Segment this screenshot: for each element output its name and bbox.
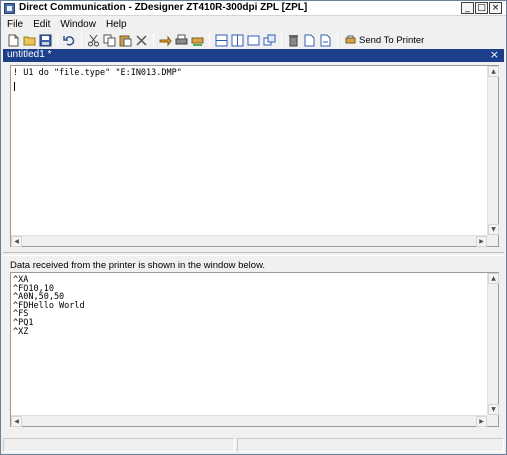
printer-arrow-icon[interactable] [174,33,189,48]
document-arrow-icon[interactable] [318,33,333,48]
output-line: ^FDHello World [13,300,85,311]
output-horizontal-scrollbar[interactable]: ◀ ▶ [11,415,487,427]
vertical-split-icon[interactable] [230,33,245,48]
scroll-right-icon[interactable]: ▶ [476,236,487,247]
output-line: ^FS [13,309,29,320]
app-window: Direct Communication - ZDesigner ZT410R-… [0,0,507,455]
toolbar-separator [209,33,210,47]
scroll-corner [487,235,498,246]
output-pane[interactable]: ^XA ^FO10,10 ^A0N,50,50 ^FDHello World ^FS ^P… [10,272,499,427]
toolbar-separator [337,33,338,47]
undo-icon[interactable] [62,33,77,48]
scroll-down-icon[interactable]: ▼ [488,404,499,415]
scroll-left-icon[interactable]: ◀ [11,416,22,427]
new-file-icon[interactable] [6,33,21,48]
close-button[interactable]: × [489,2,502,14]
save-icon[interactable] [38,33,53,48]
menu-file[interactable]: File [7,19,23,30]
send-to-printer-label: Send To Printer [359,34,425,46]
editor-text[interactable]: ! U1 do "file.type" "E:IN013.DMP" [13,69,486,78]
editor-horizontal-scrollbar[interactable]: ◀ ▶ [11,235,487,247]
trash-icon[interactable] [286,33,301,48]
toolbar-separator [153,33,154,47]
send-file-icon[interactable] [158,33,173,48]
scroll-up-icon[interactable]: ▲ [488,66,499,77]
document-tab[interactable]: untitled1 * × [3,48,504,62]
document-tab-title: untitled1 * [7,49,52,60]
editor-pane[interactable]: ! U1 do "file.type" "E:IN013.DMP" ▲ ▼ ◀ … [10,65,499,247]
pane-splitter[interactable] [3,252,504,256]
menu-bar: File Edit Window Help [1,17,506,31]
single-pane-icon[interactable] [246,33,261,48]
status-cell-main [3,438,235,452]
open-folder-icon[interactable] [22,33,37,48]
delete-icon[interactable] [134,33,149,48]
output-line: ^FO10,10 [13,283,54,294]
output-line: ^XA [13,275,29,285]
output-vertical-scrollbar[interactable]: ▲ ▼ [487,273,499,415]
scroll-corner [487,415,498,426]
output-line: ^PQ1 [13,317,34,328]
window-title: Direct Communication - ZDesigner ZT410R-… [19,2,308,13]
status-cell-secondary [237,438,504,452]
output-info-label: Data received from the printer is shown … [10,260,266,271]
document-close-icon[interactable]: × [490,48,499,61]
toolbar: Send To Printer [1,32,506,48]
toolbar-separator [281,33,282,47]
minimize-button[interactable]: _ [461,2,474,14]
output-text: ^XA ^FO10,10 ^A0N,50,50 ^FDHello World ^FS ^P… [13,276,486,336]
title-bar[interactable]: Direct Communication - ZDesigner ZT410R-… [1,1,506,16]
menu-edit[interactable]: Edit [33,19,50,30]
send-printer-icon [345,35,356,43]
menu-help[interactable]: Help [106,19,127,30]
maximize-button[interactable]: □ [475,2,488,14]
document-icon[interactable] [302,33,317,48]
toolbar-separator [81,33,82,47]
copy-icon[interactable] [102,33,117,48]
horizontal-split-icon[interactable] [214,33,229,48]
cut-icon[interactable] [86,33,101,48]
windows-icon[interactable] [262,33,277,48]
paste-icon[interactable] [118,33,133,48]
scroll-left-icon[interactable]: ◀ [11,236,22,247]
text-caret [14,82,15,91]
editor-vertical-scrollbar[interactable]: ▲ ▼ [487,66,499,235]
send-to-printer-button[interactable]: Send To Printer [342,33,427,48]
status-bar [3,438,504,452]
output-line: ^XZ [13,326,29,337]
printer-status-icon[interactable] [190,33,205,48]
scroll-down-icon[interactable]: ▼ [488,224,499,235]
scroll-up-icon[interactable]: ▲ [488,273,499,284]
app-icon [4,3,15,14]
scroll-right-icon[interactable]: ▶ [476,416,487,427]
window-controls: _ □ × [461,2,502,14]
menu-window[interactable]: Window [60,19,96,30]
toolbar-separator [57,33,58,47]
